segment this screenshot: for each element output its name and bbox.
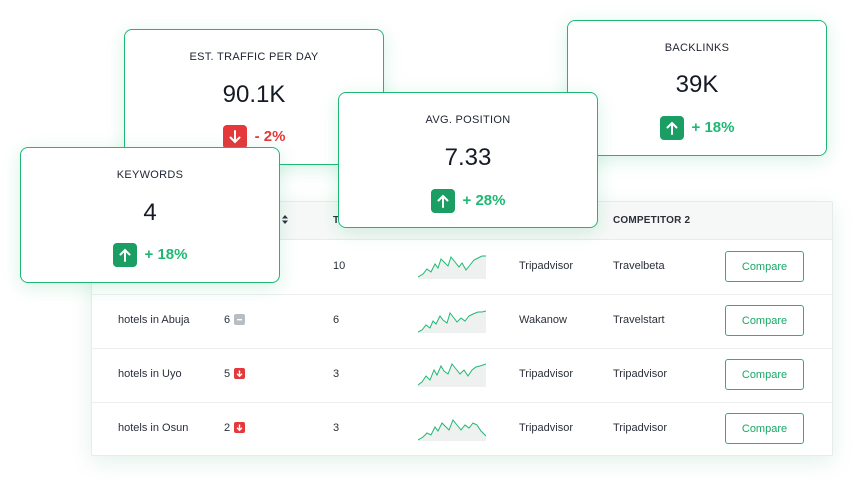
compare-button[interactable]: Compare: [725, 305, 804, 336]
traffic-cell: 3: [333, 422, 340, 434]
arrow-up-icon: [112, 243, 137, 267]
traffic-cell: 6: [333, 314, 340, 326]
table-row: hotels in Abuja 6 6 Wakanow Travelstart …: [92, 294, 832, 349]
keyword-cell: hotels in Uyo: [118, 368, 182, 380]
avg-position-card: AVG. POSITION 7.33 + 28%: [338, 92, 598, 228]
card-value: 39K: [675, 71, 719, 98]
competitor-2-cell: Tripadvisor: [613, 368, 667, 380]
traffic-cell: 10: [333, 260, 346, 272]
competitor-1-cell: Tripadvisor: [519, 260, 573, 272]
header-competitor-2: COMPETITOR 2: [613, 215, 691, 226]
arrow-up-icon: [659, 116, 684, 140]
competitor-1-cell: Wakanow: [519, 314, 567, 326]
card-change: + 28%: [339, 189, 597, 213]
card-value: 7.33: [444, 144, 492, 171]
sort-icon: [282, 215, 289, 224]
trend-sparkline: [418, 255, 486, 279]
arrow-down-icon: [234, 422, 246, 433]
table-row: hotels in Osun 2 3 Tripadvisor Tripadvis…: [92, 402, 832, 455]
competitor-2-cell: Travelstart: [613, 314, 665, 326]
card-change: + 18%: [21, 243, 279, 267]
keyword-cell: hotels in Abuja: [118, 314, 190, 326]
competitor-1-cell: Tripadvisor: [519, 368, 573, 380]
traffic-cell: 3: [333, 368, 340, 380]
keywords-card: KEYWORDS 4 + 18%: [20, 147, 280, 283]
compare-button[interactable]: Compare: [725, 251, 804, 282]
compare-button[interactable]: Compare: [725, 413, 804, 444]
trend-sparkline: [418, 363, 486, 387]
keyword-cell: hotels in Osun: [118, 422, 189, 434]
competitor-2-cell: Tripadvisor: [613, 422, 667, 434]
backlinks-card: BACKLINKS 39K + 18%: [567, 20, 827, 156]
card-value: 4: [143, 199, 157, 226]
compare-button[interactable]: Compare: [725, 359, 804, 390]
trend-sparkline: [418, 419, 486, 441]
rank-cell: 2: [224, 422, 246, 434]
arrow-up-icon: [430, 189, 455, 213]
card-label: KEYWORDS: [116, 169, 184, 181]
card-label: BACKLINKS: [664, 42, 730, 54]
competitor-1-cell: Tripadvisor: [519, 422, 573, 434]
card-label: EST. TRAFFIC PER DAY: [189, 51, 319, 63]
rank-cell: 6: [224, 314, 246, 326]
card-label: AVG. POSITION: [425, 114, 511, 126]
card-change: + 18%: [568, 116, 826, 140]
arrow-down-icon: [234, 368, 246, 379]
trend-sparkline: [418, 310, 486, 333]
table-row: hotels in Uyo 5 3 Tripadvisor Tripadviso…: [92, 348, 832, 403]
competitor-2-cell: Travelbeta: [613, 260, 665, 272]
rank-cell: 5: [224, 368, 246, 380]
minus-icon: [234, 314, 246, 325]
arrow-down-icon: [222, 125, 247, 149]
